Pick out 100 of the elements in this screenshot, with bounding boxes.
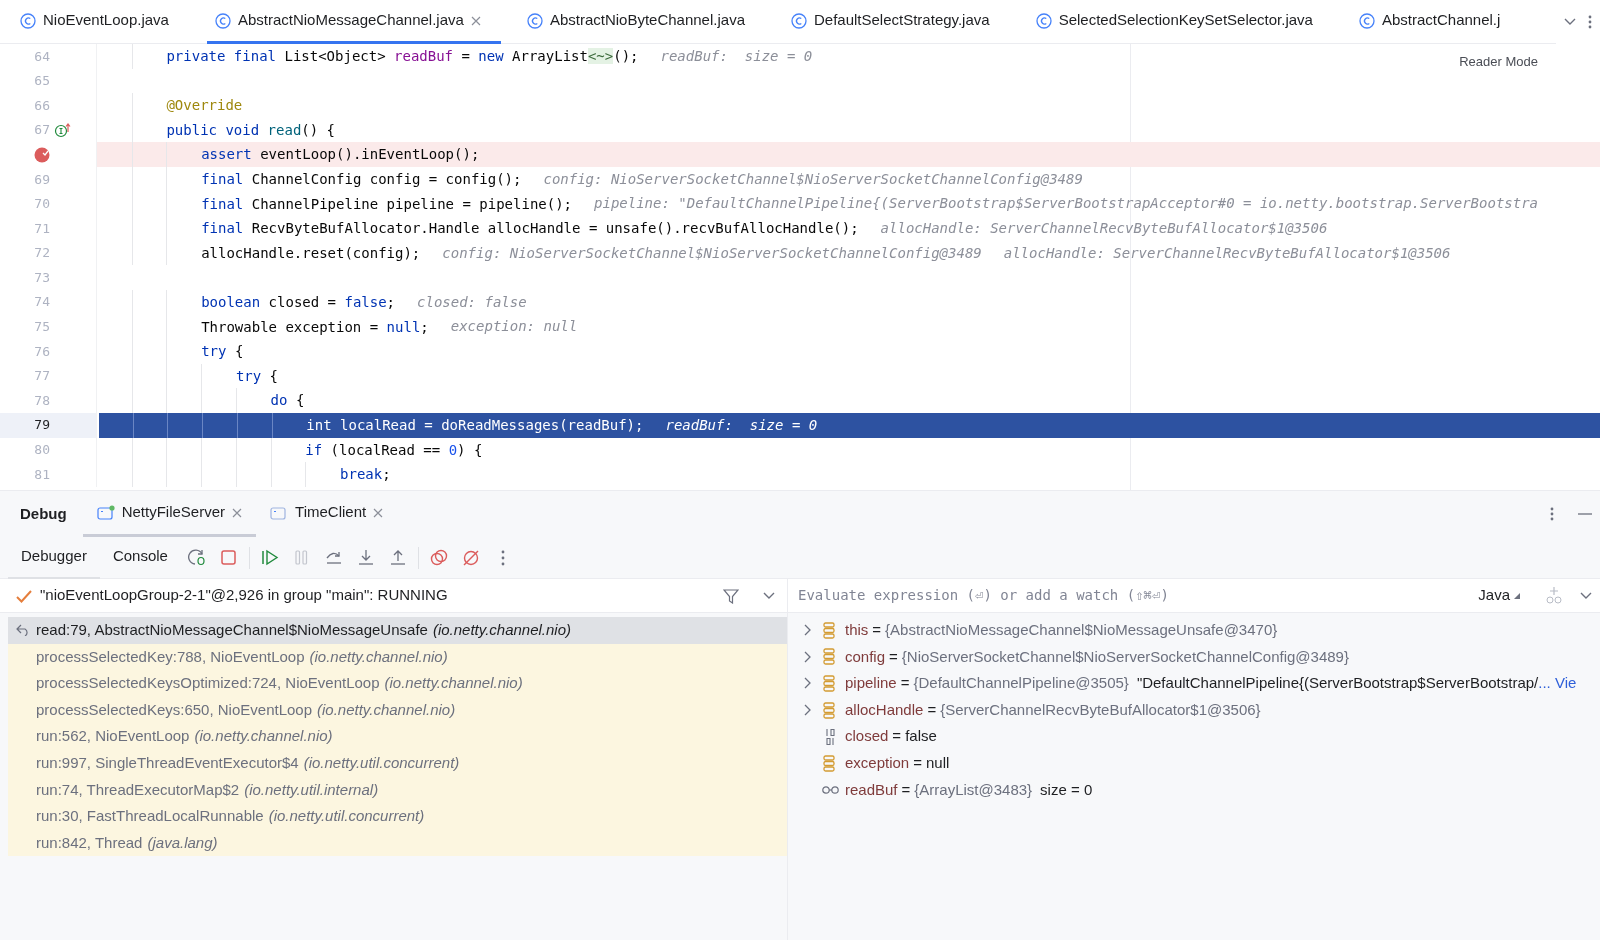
line-number: 73: [33, 268, 50, 287]
editor-tab[interactable]: SelectedSelectionKeySetSelector.java: [1027, 0, 1333, 44]
code-line: if (localRead == 0) {: [97, 437, 483, 463]
session-tab[interactable]: NettyFileServer: [82, 491, 257, 537]
inline-value-hint: config: NioServerSocketChannel$NioServerSocketChannelConfig@3489: [543, 169, 1083, 189]
editor-tab[interactable]: AbstractNioByteChannel.java: [518, 0, 765, 44]
stop-icon[interactable]: [218, 547, 239, 568]
line-number: 76: [33, 342, 50, 361]
breakpoint-icon[interactable]: [34, 146, 50, 163]
inline-value-hint: allocHandle: ServerChannelRecvByteBufAllocator$1@3506: [880, 218, 1328, 238]
editor-tab[interactable]: AbstractNioMessageChannel.java: [206, 0, 501, 44]
expression-field[interactable]: Evaluate expression (⏎) or add a watch (⇧⌘⏎) Java: [788, 579, 1600, 613]
code-line: allocHandle.reset(config);: [97, 240, 421, 266]
code-line: Throwable exception = null;: [97, 314, 429, 340]
view-link[interactable]: ... Vie: [1538, 672, 1577, 695]
inline-value-hint: exception: null: [450, 317, 578, 337]
expand-chevron-icon[interactable]: [804, 677, 812, 690]
code-line: try {: [97, 339, 244, 364]
inline-value-hint: closed: false: [417, 292, 527, 312]
view-tab[interactable]: Console: [99, 536, 181, 579]
inline-value-hint: pipeline: "DefaultChannelPipeline{(ServerBootstrap$ServerBootstrapAcceptor#0 = io.netty.bootstrap.ServerBootstra: [594, 194, 1539, 214]
expand-chevron-icon[interactable]: [804, 624, 812, 637]
chevron-down-icon[interactable]: [763, 591, 775, 600]
class-icon: [214, 12, 231, 29]
minimize-icon[interactable]: [1578, 512, 1592, 516]
panel-title: Debug: [20, 503, 67, 524]
code-line: boolean closed = false;: [97, 289, 396, 315]
inline-value-hint: config: NioServerSocketChannel$NioServerSocketChannelConfig@3489: [442, 243, 982, 263]
line-number: 75: [33, 318, 50, 337]
expand-chevron-icon[interactable]: [804, 704, 812, 717]
code-line: do {: [97, 388, 305, 413]
stack-frame[interactable]: run:842, Thread (java.lang): [8, 829, 787, 857]
implemented-method-icon[interactable]: [54, 122, 72, 139]
editor-tab[interactable]: NioEventLoop.java: [12, 0, 189, 44]
session-tab[interactable]: TimeClient: [256, 491, 398, 537]
line-number: 70: [33, 195, 50, 214]
close-icon[interactable]: [373, 507, 384, 518]
more-icon[interactable]: [1588, 15, 1592, 29]
line-number: 77: [33, 367, 50, 386]
stack-frame[interactable]: run:30, FastThreadLocalRunnable (io.netty.util.concurrent): [8, 803, 787, 830]
line-number: 78: [33, 391, 50, 410]
line-number: 71: [33, 219, 50, 238]
variable-entry[interactable]: closed = false: [845, 725, 937, 748]
stack-frame[interactable]: read:79, AbstractNioMessageChannel$NioMessageUnsafe (io.netty.channel.nio): [8, 617, 787, 644]
chevron-down-icon[interactable]: [1564, 18, 1576, 26]
class-icon: [1035, 12, 1052, 29]
close-icon[interactable]: [232, 507, 243, 518]
stack-frame[interactable]: processSelectedKeysOptimized:724, NioEventLoop (io.netty.channel.nio): [8, 670, 787, 697]
stack-frame[interactable]: processSelectedKeys:650, NioEventLoop (io.netty.channel.nio): [8, 696, 787, 724]
stack-frame[interactable]: processSelectedKey:788, NioEventLoop (io.netty.channel.nio): [8, 643, 787, 671]
code-line: assert eventLoop().inEventLoop();: [97, 142, 480, 167]
stack-frame[interactable]: run:74, ThreadExecutorMap$2 (io.netty.util.internal): [8, 776, 787, 804]
check-icon: [16, 588, 32, 603]
close-icon[interactable]: [470, 15, 481, 26]
line-number: 74: [33, 293, 50, 312]
resume-icon[interactable]: [259, 547, 280, 568]
line-number: 81: [33, 465, 50, 484]
variable-entry[interactable]: config = {NioServerSocketChannel$NioServerSocketChannelConfig@3489}: [845, 645, 1349, 669]
variable-entry[interactable]: pipeline = {DefaultChannelPipeline@3505} "DefaultChannelPipeline{(ServerBootstrap$ServerBootstrap/: [845, 672, 1539, 695]
rerun-icon[interactable]: [186, 547, 207, 568]
line-number: 66: [33, 96, 50, 115]
window-icon: [270, 504, 289, 521]
inline-value-hint: allocHandle: ServerChannelRecvByteBufAllocator$1@3506: [1003, 243, 1451, 263]
variable-entry[interactable]: this = {AbstractNioMessageChannel$NioMessageUnsafe@3470}: [845, 619, 1278, 642]
inline-value-hint: readBuf: size = 0: [660, 46, 813, 66]
class-icon: [1358, 12, 1375, 29]
filter-icon[interactable]: [723, 587, 739, 604]
editor-tab[interactable]: AbstractChannel.j: [1350, 0, 1521, 44]
inline-value-hint: readBuf: size = 0: [665, 415, 818, 435]
reader-mode-link[interactable]: Reader Mode: [1459, 52, 1538, 72]
class-icon: [526, 12, 543, 29]
more-icon[interactable]: [1550, 507, 1554, 521]
line-number: 65: [33, 72, 50, 91]
code-line: try {: [97, 363, 279, 389]
code-line: break;: [97, 462, 391, 487]
variable-entry[interactable]: allocHandle = {ServerChannelRecvByteBufAllocator$1@3506}: [845, 698, 1261, 722]
line-number: 80: [33, 441, 50, 460]
chevron-down-icon[interactable]: [1580, 591, 1592, 600]
variable-entry[interactable]: exception = null: [845, 752, 950, 775]
expand-chevron-icon[interactable]: [804, 650, 812, 663]
window-icon: [96, 504, 115, 521]
variable-entry[interactable]: readBuf = {ArrayList@3483} size = 0: [845, 778, 1093, 802]
language-dropdown[interactable]: Java: [1478, 584, 1520, 607]
line-number: 72: [33, 244, 50, 263]
editor-tab[interactable]: DefaultSelectStrategy.java: [783, 0, 1010, 44]
return-icon: [16, 624, 30, 636]
stack-frame[interactable]: run:562, NioEventLoop (io.netty.channel.nio): [8, 723, 787, 750]
line-number: 69: [33, 170, 50, 189]
stack-frame[interactable]: run:997, SingleThreadEventExecutor$4 (io.netty.util.concurrent): [8, 749, 787, 777]
code-line: int localRead = doReadMessages(readBuf);: [97, 412, 644, 438]
line-number: 67: [33, 121, 50, 140]
code-line: final RecvByteBufAllocator.Handle allocHandle = unsafe().recvBufAllocHandle();: [97, 216, 859, 241]
code-line: final ChannelPipeline pipeline = pipeline();: [97, 191, 573, 217]
line-number: 79: [33, 416, 50, 435]
line-number: 64: [33, 47, 50, 66]
class-icon: [791, 12, 807, 29]
code-line: @Override: [97, 93, 243, 118]
code-line: private final List<Object> readBuf = new ArrayList<~>();: [97, 44, 639, 69]
code-line: final ChannelConfig config = config();: [97, 166, 522, 192]
breakpoints-icon[interactable]: [428, 547, 449, 568]
